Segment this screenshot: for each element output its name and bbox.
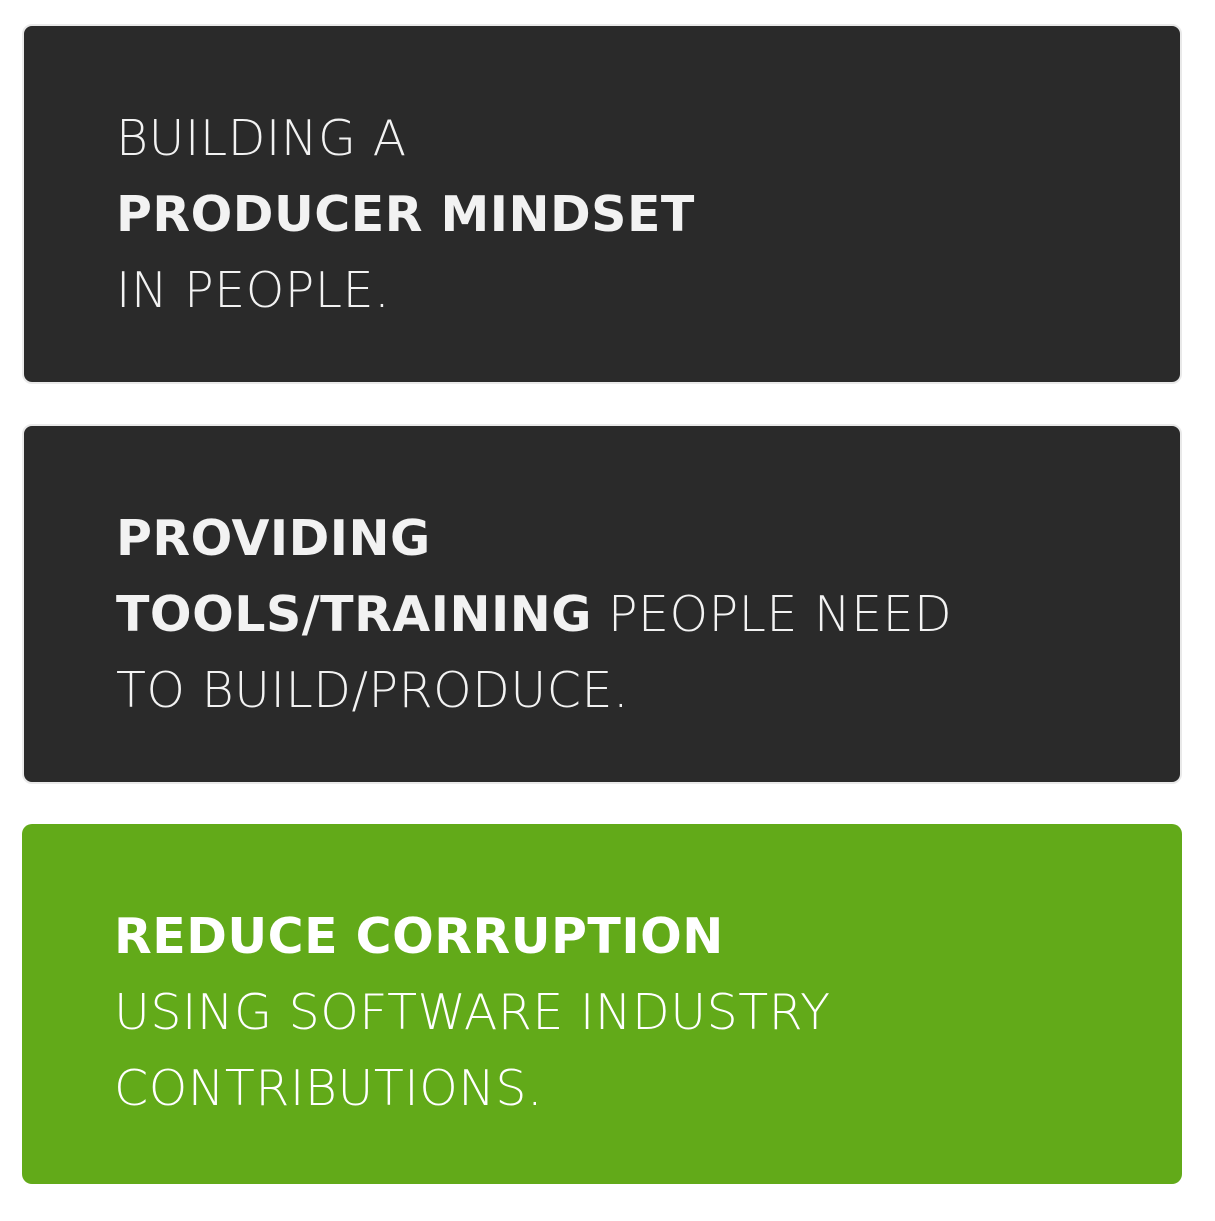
card-line: TO BUILD/PRODUCE. (116, 653, 1180, 729)
card-line-bold-text: PROVIDING (116, 510, 431, 567)
card-line: PROVIDING (116, 501, 1180, 577)
card-line: IN PEOPLE. (116, 253, 1180, 329)
card-line-regular-text: CONTRIBUTIONS. (114, 1060, 544, 1117)
card-line-bold-text: PRODUCER MINDSET (116, 186, 695, 243)
tools-training-card: PROVIDING TOOLS/TRAINING PEOPLE NEED TO … (22, 424, 1182, 784)
card-line: CONTRIBUTIONS. (114, 1051, 1182, 1127)
card-line-bold-text: TOOLS/TRAINING (116, 586, 592, 643)
card-line-regular-text: IN PEOPLE. (116, 262, 391, 319)
card-line-regular-text: PEOPLE NEED (591, 586, 953, 643)
reduce-corruption-card: REDUCE CORRUPTION USING SOFTWARE INDUSTR… (22, 824, 1182, 1184)
card-line-regular-text: BUILDING A (116, 110, 407, 167)
card-line: REDUCE CORRUPTION (114, 899, 1182, 975)
card-line: PRODUCER MINDSET (116, 177, 1180, 253)
card-line-regular-text: USING SOFTWARE INDUSTRY (114, 984, 831, 1041)
producer-mindset-card: BUILDING A PRODUCER MINDSET IN PEOPLE. (22, 24, 1182, 384)
card-line: TOOLS/TRAINING PEOPLE NEED (116, 577, 1180, 653)
card-line-regular-text: TO BUILD/PRODUCE. (116, 662, 630, 719)
card-line: BUILDING A (116, 101, 1180, 177)
card-line: USING SOFTWARE INDUSTRY (114, 975, 1182, 1051)
card-line-bold-text: REDUCE CORRUPTION (114, 908, 724, 965)
